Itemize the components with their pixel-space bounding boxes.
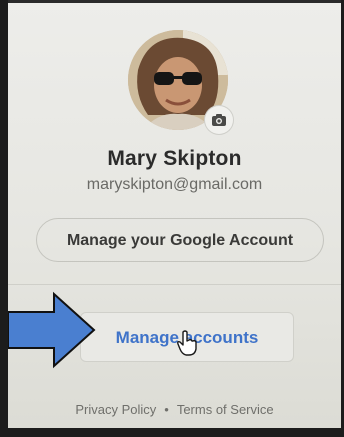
hand-cursor-icon	[177, 330, 197, 356]
footer-links: Privacy Policy • Terms of Service	[8, 402, 341, 417]
divider	[8, 284, 341, 285]
terms-of-service-link[interactable]: Terms of Service	[177, 402, 274, 417]
account-panel: Mary Skipton maryskipton@gmail.com Manag…	[0, 0, 344, 437]
privacy-policy-link[interactable]: Privacy Policy	[75, 402, 156, 417]
footer-separator: •	[164, 402, 169, 417]
account-email: maryskipton@gmail.com	[86, 176, 263, 193]
change-photo-button[interactable]	[205, 106, 233, 134]
screen-bezel	[8, 0, 341, 3]
pointer-arrow-icon	[8, 291, 96, 369]
camera-icon	[212, 114, 226, 126]
account-name: Mary Skipton	[107, 147, 242, 170]
manage-google-account-button[interactable]: Manage your Google Account	[36, 218, 324, 262]
